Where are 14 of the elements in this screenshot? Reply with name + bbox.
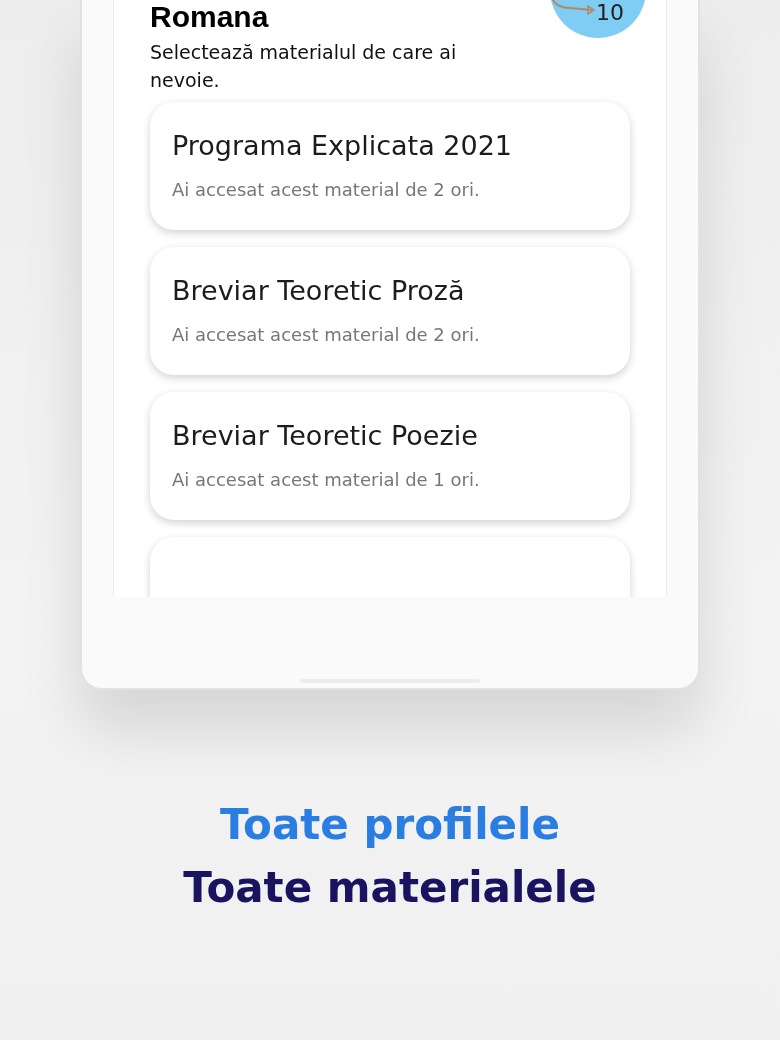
headline: Toate profilele (220, 800, 560, 849)
page-title: Romana (150, 0, 269, 34)
subheadline: Toate materialele (183, 863, 597, 912)
material-title: Programa Explicata 2021 (172, 130, 514, 161)
access-count: Ai accesat acest material de 2 ori. (172, 324, 481, 345)
material-title: Breviar Teoretic Proză (172, 275, 466, 306)
access-count: Ai accesat acest material de 2 ori. (172, 179, 481, 200)
material-card[interactable]: Breviar Teoretic Poezie Ai accesat acest material de 1 ori. (150, 392, 630, 520)
instruction-text: Selectează materialul de care ai nevoie. (150, 40, 458, 93)
material-card[interactable]: Programa Explicata 2021 Ai accesat acest material de 2 ori. (150, 102, 630, 230)
material-title: Breviar Teoretic Poezie (172, 420, 479, 451)
access-count: Ai accesat acest material de 1 ori. (172, 469, 481, 490)
logo-number: 10 (596, 0, 624, 25)
material-card[interactable]: Breviar Teoretic Proză Ai accesat acest material de 2 ori. (150, 247, 630, 375)
